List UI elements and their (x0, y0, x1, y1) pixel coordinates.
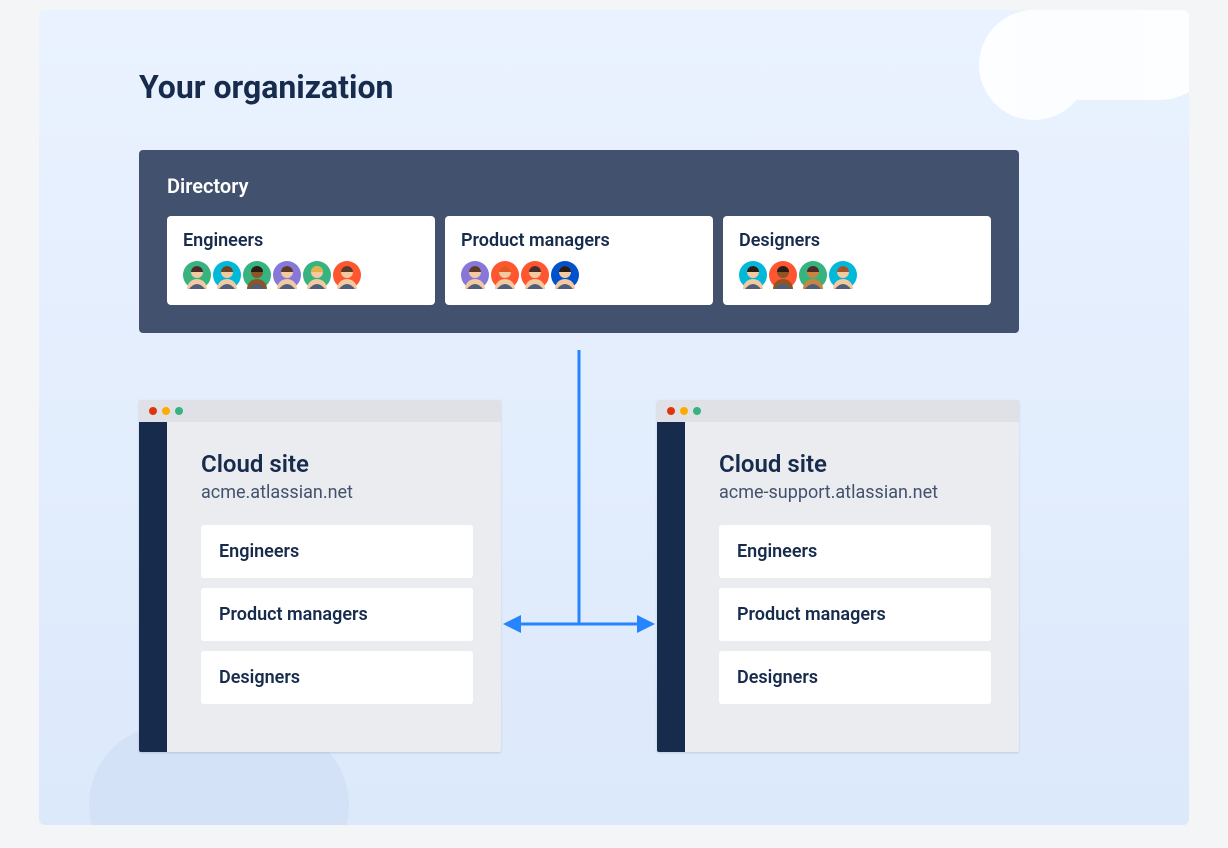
diagram-canvas: Your organization Directory Engineers (39, 10, 1189, 825)
avatar-icon (303, 261, 331, 289)
directory-group-card: Engineers (167, 216, 435, 305)
site-group-item: Designers (719, 651, 991, 704)
directory-group-card: Product managers (445, 216, 713, 305)
avatar-icon (333, 261, 361, 289)
avatar-icon (273, 261, 301, 289)
window-chrome (139, 400, 501, 422)
avatar-row (739, 261, 975, 289)
site-group-item: Designers (201, 651, 473, 704)
window-close-icon (667, 407, 675, 415)
site-title: Cloud site (719, 450, 991, 478)
site-group-item: Product managers (719, 588, 991, 641)
cloud-site-window: Cloud site acme-support.atlassian.net En… (657, 400, 1019, 752)
site-content: Cloud site acme.atlassian.net Engineers P… (167, 422, 501, 752)
site-sidebar (139, 422, 167, 752)
site-group-item: Engineers (201, 525, 473, 578)
window-maximize-icon (175, 407, 183, 415)
avatar-row (183, 261, 419, 289)
site-title: Cloud site (201, 450, 473, 478)
avatar-row (461, 261, 697, 289)
site-group-item: Product managers (201, 588, 473, 641)
directory-panel: Directory Engineers (139, 150, 1019, 333)
avatar-icon (461, 261, 489, 289)
group-name: Designers (739, 230, 975, 251)
group-name: Engineers (183, 230, 419, 251)
avatar-icon (521, 261, 549, 289)
avatar-icon (799, 261, 827, 289)
site-group-item: Engineers (719, 525, 991, 578)
window-minimize-icon (162, 407, 170, 415)
avatar-icon (829, 261, 857, 289)
directory-group-row: Engineers (167, 216, 991, 305)
page-title: Your organization (139, 68, 393, 106)
directory-title: Directory (167, 174, 991, 198)
window-close-icon (149, 407, 157, 415)
avatar-icon (491, 261, 519, 289)
window-minimize-icon (680, 407, 688, 415)
site-domain: acme-support.atlassian.net (719, 482, 991, 503)
directory-group-card: Designers (723, 216, 991, 305)
cloud-site-window: Cloud site acme.atlassian.net Engineers P… (139, 400, 501, 752)
decorative-cloud-icon (1019, 10, 1189, 100)
avatar-icon (183, 261, 211, 289)
avatar-icon (243, 261, 271, 289)
site-domain: acme.atlassian.net (201, 482, 473, 503)
avatar-icon (769, 261, 797, 289)
avatar-icon (551, 261, 579, 289)
avatar-icon (213, 261, 241, 289)
group-name: Product managers (461, 230, 697, 251)
site-sidebar (657, 422, 685, 752)
site-content: Cloud site acme-support.atlassian.net En… (685, 422, 1019, 752)
avatar-icon (739, 261, 767, 289)
window-maximize-icon (693, 407, 701, 415)
window-chrome (657, 400, 1019, 422)
